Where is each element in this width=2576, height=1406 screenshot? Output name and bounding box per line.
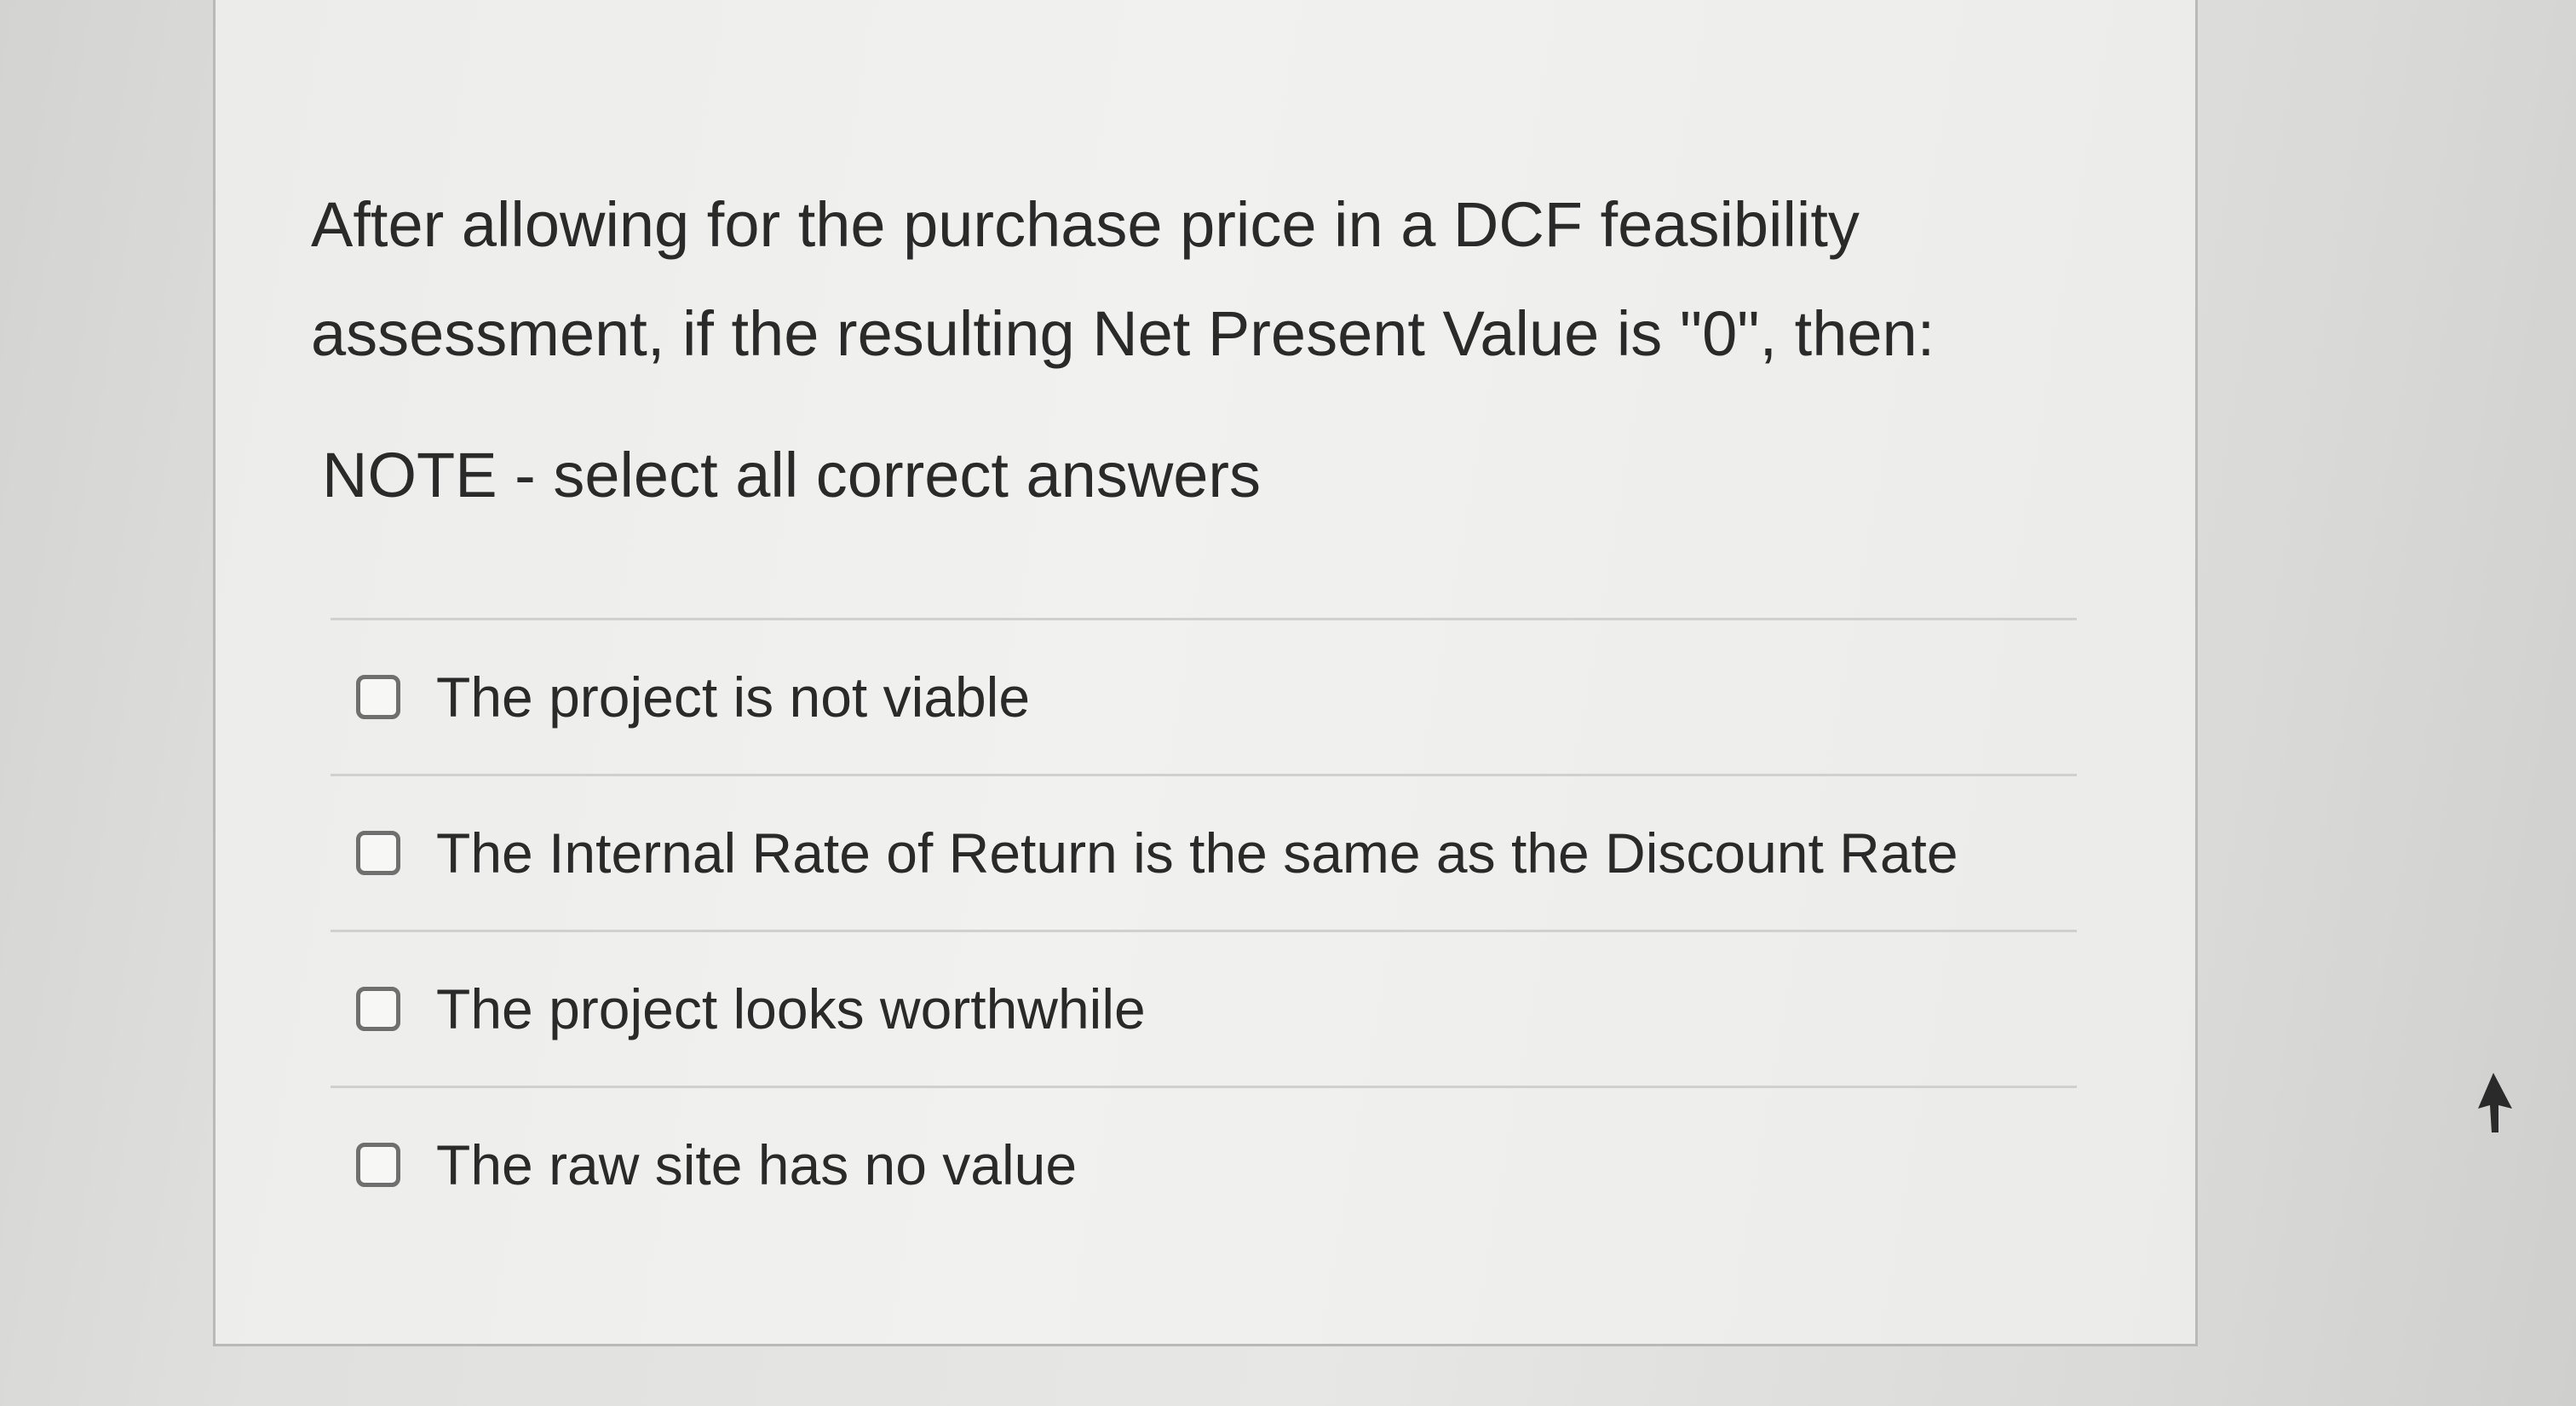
answer-option-1[interactable]: The project is not viable bbox=[331, 620, 2077, 774]
question-card: After allowing for the purchase price in… bbox=[213, 0, 2198, 1346]
answer-option-2[interactable]: The Internal Rate of Return is the same … bbox=[331, 776, 2077, 930]
checkbox-empty-icon[interactable] bbox=[356, 1143, 400, 1187]
question-note: NOTE - select all correct answers bbox=[322, 440, 1262, 510]
question-text: After allowing for the purchase price in… bbox=[311, 170, 2142, 389]
answer-options-list: The project is not viable The Internal R… bbox=[331, 618, 2077, 1242]
answer-option-label[interactable]: The Internal Rate of Return is the same … bbox=[436, 825, 1958, 881]
checkbox-empty-icon[interactable] bbox=[356, 987, 400, 1031]
checkbox-empty-icon[interactable] bbox=[356, 831, 400, 875]
answer-option-label[interactable]: The project is not viable bbox=[436, 669, 1030, 725]
mouse-pointer-icon bbox=[2478, 1073, 2512, 1132]
answer-option-4[interactable]: The raw site has no value bbox=[331, 1088, 2077, 1242]
checkbox-empty-icon[interactable] bbox=[356, 675, 400, 719]
answer-option-3[interactable]: The project looks worthwhile bbox=[331, 932, 2077, 1086]
question-line-2: assessment, if the resulting Net Present… bbox=[311, 298, 1935, 369]
question-line-1: After allowing for the purchase price in… bbox=[311, 189, 1860, 260]
answer-option-label[interactable]: The raw site has no value bbox=[436, 1137, 1077, 1193]
answer-option-label[interactable]: The project looks worthwhile bbox=[436, 981, 1146, 1037]
